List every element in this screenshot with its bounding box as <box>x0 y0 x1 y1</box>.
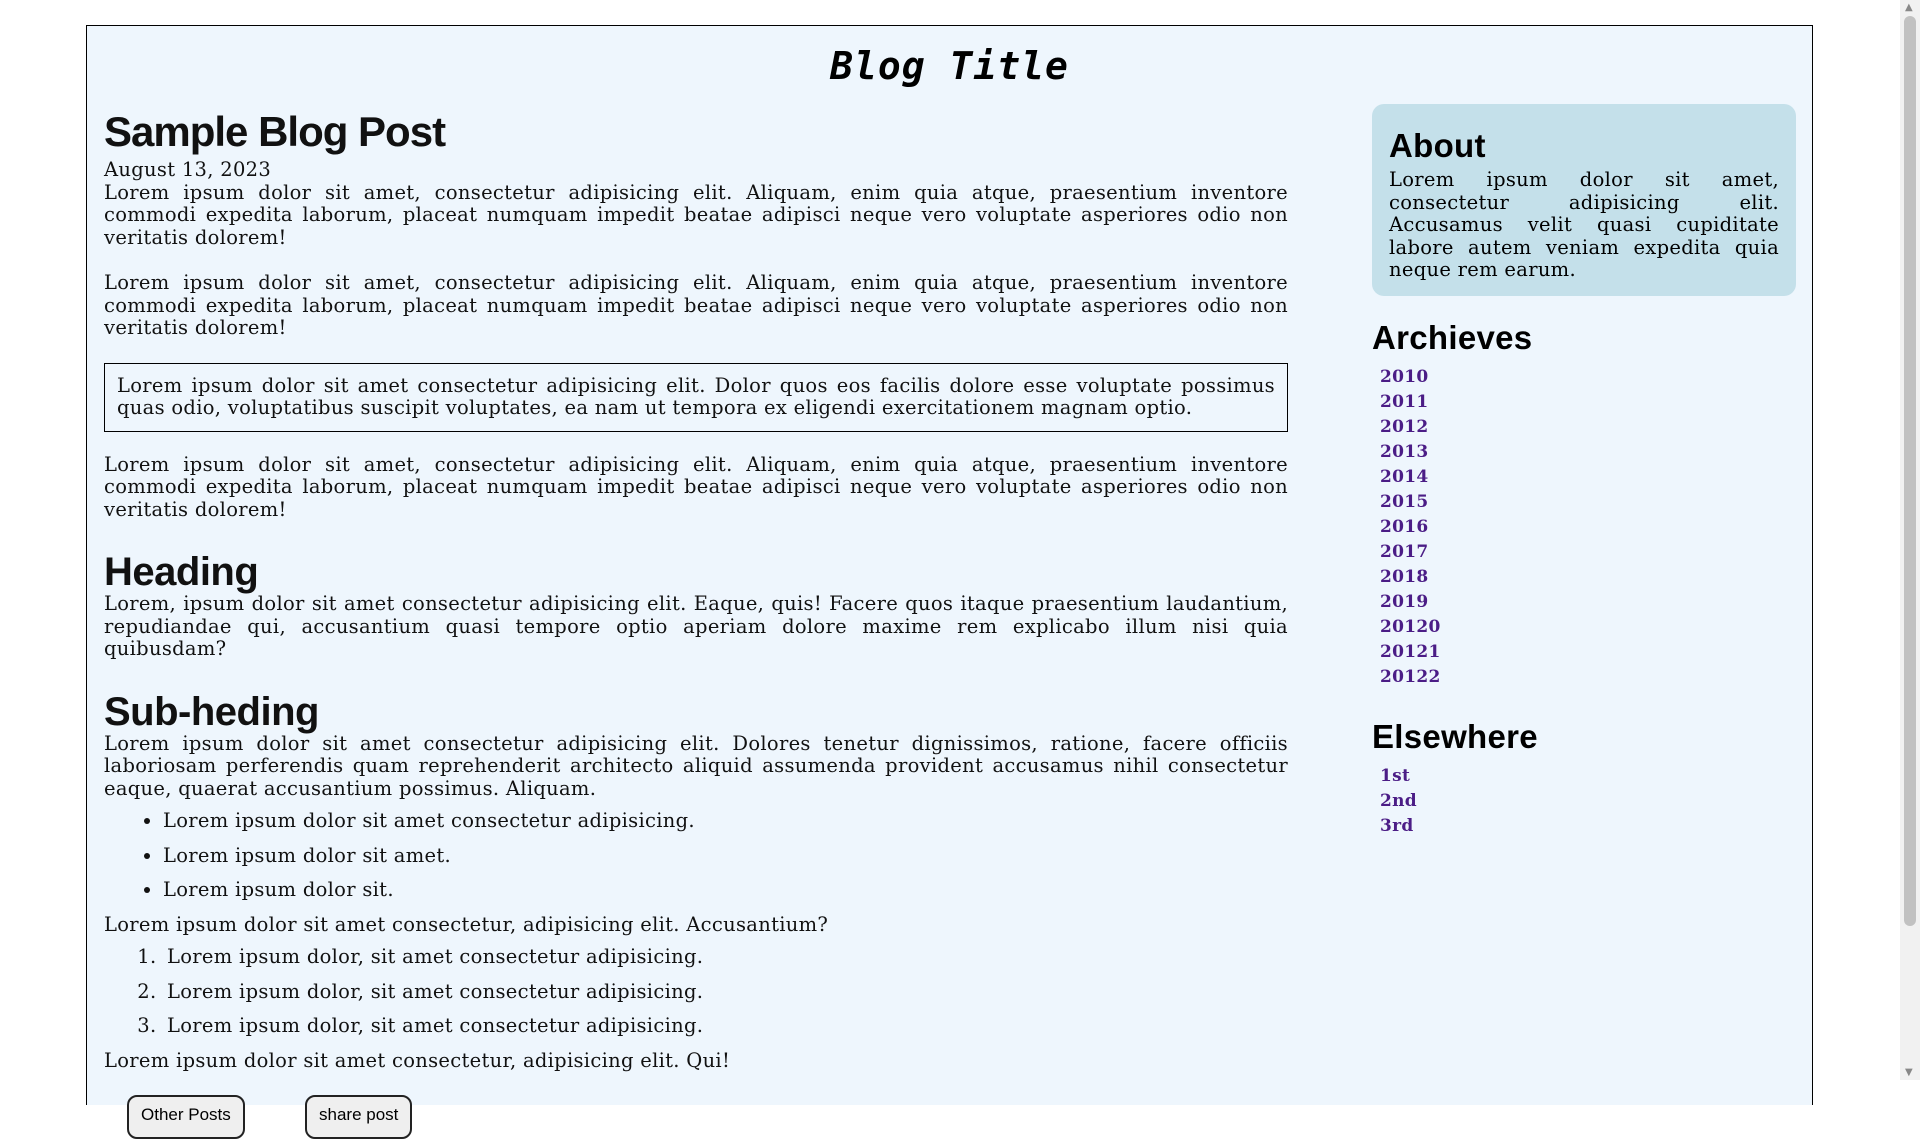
other-posts-button[interactable]: Other Posts <box>127 1095 245 1139</box>
quote-box: Lorem ipsum dolor sit amet consectetur a… <box>104 362 1288 432</box>
archive-link[interactable]: 2019 <box>1380 592 1429 612</box>
about-text: Lorem ipsum dolor sit amet, consectetur … <box>1389 168 1779 281</box>
elsewhere-list: 1st 2nd 3rd <box>1372 763 1796 838</box>
blog-title: Blog Title <box>830 44 1069 88</box>
scroll-up-arrow-icon[interactable]: ▲ <box>1905 2 1913 13</box>
archive-link[interactable]: 2012 <box>1380 417 1429 437</box>
numbered-list: Lorem ipsum dolor, sit amet consectetur … <box>104 946 1288 1037</box>
archives-title: Archieves <box>1372 318 1533 356</box>
vertical-scrollbar[interactable]: ▲ ▼ <box>1900 0 1920 1080</box>
list-item: Lorem ipsum dolor, sit amet consectetur … <box>163 980 1288 1003</box>
elsewhere-link[interactable]: 3rd <box>1380 816 1414 836</box>
archive-link[interactable]: 2013 <box>1380 442 1429 462</box>
archive-link[interactable]: 20121 <box>1380 642 1441 662</box>
section-subheading: Sub-heding <box>104 689 319 734</box>
archive-link[interactable]: 2018 <box>1380 567 1429 587</box>
archive-link[interactable]: 20122 <box>1380 667 1441 687</box>
scrollbar-thumb[interactable] <box>1904 16 1916 926</box>
elsewhere-link[interactable]: 1st <box>1380 766 1410 786</box>
list-item: Lorem ipsum dolor sit amet consectetur a… <box>163 810 1288 832</box>
archive-link[interactable]: 2011 <box>1380 392 1429 412</box>
list-item: Lorem ipsum dolor, sit amet consectetur … <box>163 946 1288 968</box>
elsewhere-link[interactable]: 2nd <box>1380 791 1417 811</box>
archive-link[interactable]: 2014 <box>1380 467 1429 487</box>
elsewhere-title: Elsewhere <box>1372 717 1538 755</box>
blog-post: Sample Blog Post August 13, 2023 Lorem i… <box>104 105 1288 1139</box>
post-date: August 13, 2023 <box>104 158 272 181</box>
closing-text: Lorem ipsum dolor sit amet consectetur, … <box>104 1048 731 1072</box>
archives-section: Archieves 2010 2011 2012 2013 2014 2015 … <box>1372 318 1796 689</box>
archive-link[interactable]: 2010 <box>1380 367 1429 387</box>
button-row: Other Posts share post <box>104 1095 1288 1139</box>
archives-list: 2010 2011 2012 2013 2014 2015 2016 2017 … <box>1372 364 1796 689</box>
page-container: Blog Title Sample Blog Post August 13, 2… <box>86 25 1813 1139</box>
list-item: Lorem ipsum dolor, sit amet consectetur … <box>163 1015 1288 1037</box>
sidebar: About Lorem ipsum dolor sit amet, consec… <box>1372 104 1796 838</box>
post-title: Sample Blog Post <box>104 108 446 155</box>
quote-text: Lorem ipsum dolor sit amet consectetur a… <box>117 373 1275 419</box>
share-post-button[interactable]: share post <box>305 1095 413 1139</box>
list-item: Lorem ipsum dolor sit amet. <box>163 844 1288 867</box>
archive-link[interactable]: 20120 <box>1380 617 1441 637</box>
section-paragraph: Lorem, ipsum dolor sit amet consectetur … <box>104 592 1288 660</box>
archive-link[interactable]: 2017 <box>1380 542 1429 562</box>
post-paragraph: Lorem ipsum dolor sit amet, consectetur … <box>104 271 1288 339</box>
elsewhere-section: Elsewhere 1st 2nd 3rd <box>1372 717 1796 838</box>
post-paragraph: Lorem ipsum dolor sit amet, consectetur … <box>104 180 1288 249</box>
subsection-paragraph: Lorem ipsum dolor sit amet consectetur a… <box>104 731 1288 800</box>
bullet-list: Lorem ipsum dolor sit amet consectetur a… <box>104 810 1288 901</box>
post-paragraph: Lorem ipsum dolor sit amet, consectetur … <box>104 452 1288 521</box>
section-heading: Heading <box>104 550 259 594</box>
about-title: About <box>1389 127 1486 164</box>
list-item: Lorem ipsum dolor sit. <box>163 879 1288 901</box>
between-lists-text: Lorem ipsum dolor sit amet consectetur, … <box>104 912 829 936</box>
scroll-down-arrow-icon[interactable]: ▼ <box>1905 1067 1913 1078</box>
about-box: About Lorem ipsum dolor sit amet, consec… <box>1372 104 1796 296</box>
archive-link[interactable]: 2016 <box>1380 517 1429 537</box>
archive-link[interactable]: 2015 <box>1380 492 1429 512</box>
